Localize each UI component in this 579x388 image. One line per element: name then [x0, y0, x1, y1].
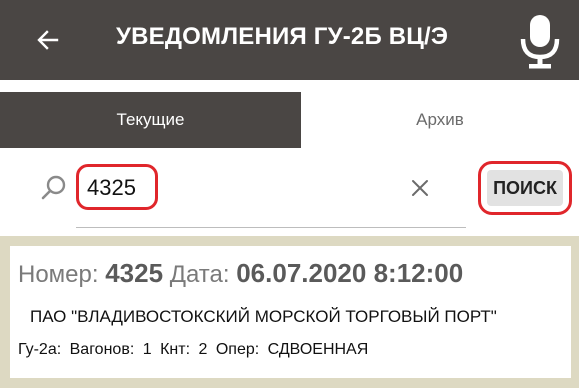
wagons-label: Вагонов: [69, 341, 135, 358]
search-button[interactable]: ПОИСК [487, 170, 563, 206]
results-list: Номер: 4325 Дата: 06.07.2020 8:12:00 ПАО… [0, 236, 579, 388]
knt-label: Кнт: [160, 341, 191, 358]
search-input-highlight [76, 164, 158, 210]
tab-bar: Текущие Архив [0, 92, 579, 148]
tab-current[interactable]: Текущие [0, 92, 301, 148]
notice-header-line: Номер: 4325 Дата: 06.07.2020 8:12:00 [18, 258, 463, 289]
form-label: Гу-2а: [18, 341, 62, 358]
notice-details: Гу-2а: Вагонов: 1 Кнт: 2 Опер: СДВОЕННАЯ [18, 341, 372, 359]
search-bar: ПОИСК [0, 148, 579, 236]
wagons-value: 1 [142, 341, 152, 358]
close-icon [412, 180, 428, 196]
knt-value: 2 [198, 341, 208, 358]
notice-number: 4325 [105, 258, 164, 288]
search-icon [41, 175, 66, 200]
notice-date: 06.07.2020 8:12:00 [236, 258, 464, 288]
date-label: Дата: [169, 261, 230, 288]
header-spacer [0, 80, 579, 92]
clear-search-button[interactable] [404, 172, 436, 204]
page-title: УВЕДОМЛЕНИЯ ГУ-2Б ВЦ/Э [116, 23, 449, 50]
search-button-highlight: ПОИСК [478, 161, 572, 215]
back-button[interactable] [30, 20, 66, 60]
tab-archive[interactable]: Архив [301, 92, 579, 148]
app-bar: УВЕДОМЛЕНИЯ ГУ-2Б ВЦ/Э [0, 0, 579, 80]
microphone-icon [520, 15, 560, 69]
search-input[interactable] [87, 174, 151, 202]
list-item[interactable]: Номер: 4325 Дата: 06.07.2020 8:12:00 ПАО… [10, 246, 571, 378]
search-underline [76, 227, 466, 228]
oper-value: СДВОЕННАЯ [267, 341, 369, 358]
arrow-left-icon [37, 30, 59, 50]
voice-search-button[interactable] [512, 10, 568, 72]
oper-label: Опер: [215, 341, 260, 358]
number-label: Номер: [18, 261, 99, 288]
company-name: ПАО "ВЛАДИВОСТОКСКИЙ МОРСКОЙ ТОРГОВЫЙ ПО… [30, 307, 497, 326]
